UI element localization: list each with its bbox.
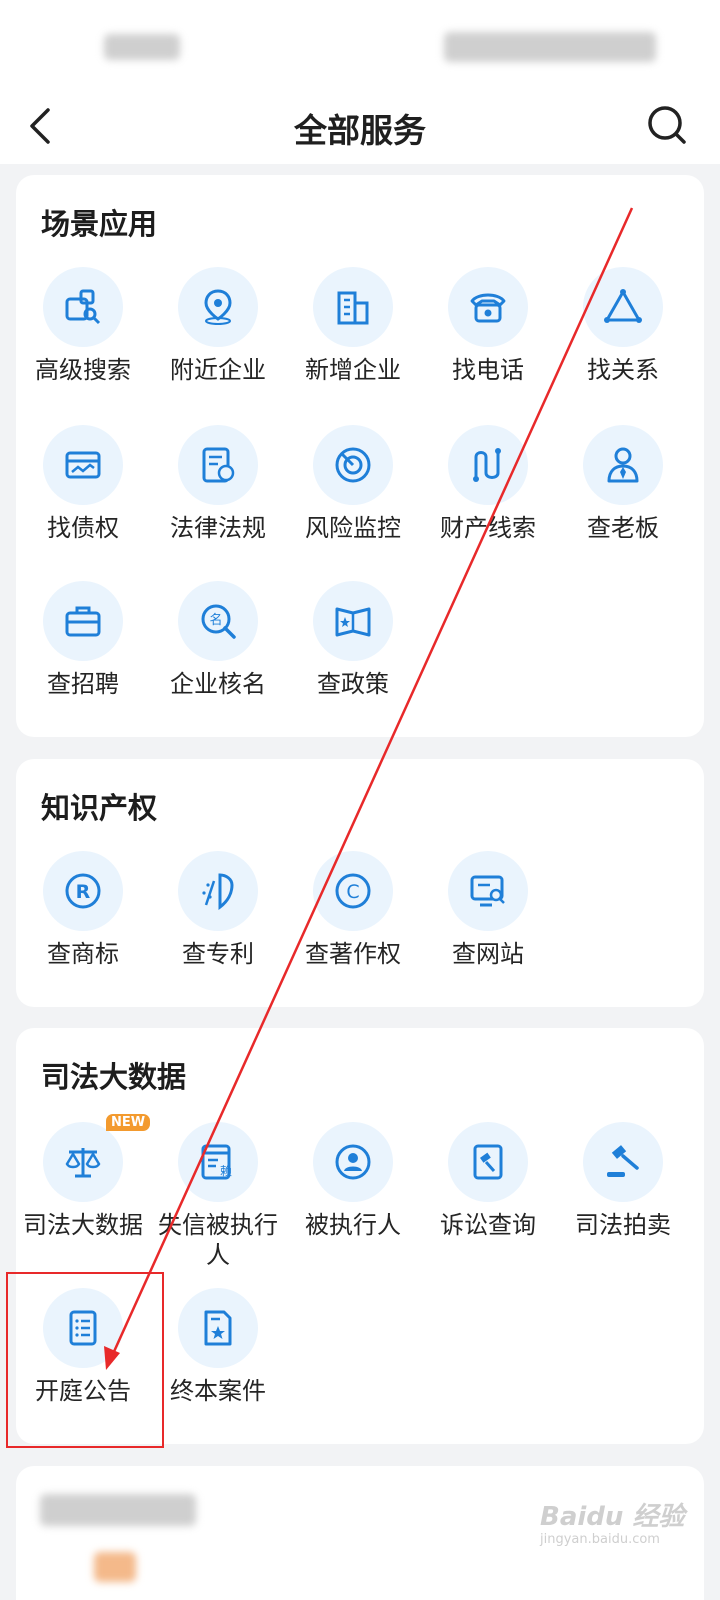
highlight-box: [6, 1272, 164, 1448]
service-label: 失信被执行人: [158, 1211, 278, 1269]
telephone-icon: [470, 293, 506, 323]
section-title: 知识产权: [41, 791, 158, 825]
item-icon-blurred: [94, 1552, 136, 1582]
name-check-icon: 名: [201, 604, 236, 639]
service-find-debt[interactable]: 找债权: [14, 425, 152, 555]
copyright-icon: C: [335, 873, 371, 909]
page-title: 全部服务: [294, 111, 426, 150]
law-document-icon: [202, 447, 235, 483]
status-icons-blurred: [444, 32, 656, 62]
advanced-search-icon: [65, 289, 101, 325]
scales-icon: [65, 1148, 101, 1178]
status-bar: [0, 0, 720, 90]
svg-text:C: C: [346, 881, 359, 903]
service-nearby-companies[interactable]: 附近企业: [149, 267, 287, 397]
lawsuit-doc-icon: [473, 1144, 503, 1180]
nav-bar: 全部服务: [0, 90, 720, 164]
service-find-relations[interactable]: 找关系: [554, 267, 692, 397]
status-time-blurred: [104, 34, 180, 60]
section-title: 司法大数据: [41, 1060, 187, 1094]
service-judicial-auction[interactable]: 司法拍卖: [554, 1122, 692, 1252]
service-dishonest-debtor[interactable]: 赖 失信被执行人: [149, 1122, 287, 1269]
case-file-icon: [204, 1310, 232, 1346]
service-find-phone[interactable]: 找电话: [419, 267, 557, 397]
patent-icon: [202, 873, 234, 911]
service-label: 找关系: [587, 356, 659, 384]
section-title-blurred: [40, 1494, 196, 1526]
service-label: 查老板: [587, 514, 659, 542]
trademark-icon: R: [65, 873, 101, 909]
svg-text:R: R: [76, 881, 91, 903]
policy-book-icon: [335, 607, 371, 637]
service-label: 查网站: [452, 940, 524, 968]
svg-text:名: 名: [209, 612, 222, 628]
section-scene-apps: 场景应用 高级搜索 附近企业 新增企业 找电话 找关系 找债权 法律法规 风险监…: [16, 175, 704, 737]
service-judicial-big-data[interactable]: NEW 司法大数据: [14, 1114, 152, 1252]
dishonest-doc-icon: 赖: [201, 1144, 232, 1180]
new-badge: NEW: [106, 1114, 151, 1131]
auction-gavel-icon: [607, 1145, 639, 1177]
service-person-subject[interactable]: 被执行人: [284, 1122, 422, 1252]
service-new-companies[interactable]: 新增企业: [284, 267, 422, 397]
service-laws[interactable]: 法律法规: [149, 425, 287, 555]
watermark-url: jingyan.baidu.com: [540, 1532, 660, 1547]
section-intellectual-property: 知识产权 R 查商标 查专利 C 查著作权 查网站: [16, 759, 704, 1007]
service-name-check[interactable]: 名 企业核名: [149, 581, 287, 711]
person-circle-icon: [335, 1144, 371, 1180]
service-copyright[interactable]: C 查著作权: [284, 851, 422, 981]
service-patent[interactable]: 查专利: [149, 851, 287, 981]
building-icon: [337, 291, 369, 325]
location-pin-icon: [204, 289, 232, 325]
service-risk-monitor[interactable]: 风险监控: [284, 425, 422, 555]
service-recruitment[interactable]: 查招聘: [14, 581, 152, 711]
search-icon[interactable]: [646, 104, 688, 146]
website-search-icon: [470, 875, 505, 907]
service-label: 司法大数据: [23, 1211, 143, 1239]
service-policy[interactable]: 查政策: [284, 581, 422, 711]
service-trademark[interactable]: R 查商标: [14, 851, 152, 981]
relation-triangle-icon: [604, 289, 642, 323]
service-final-cases[interactable]: 终本案件: [149, 1288, 287, 1418]
service-asset-clues[interactable]: 财产线索: [419, 425, 557, 555]
radar-icon: [335, 447, 371, 483]
service-advanced-search[interactable]: 高级搜索: [14, 267, 152, 397]
clue-path-icon: [473, 448, 501, 482]
service-label: 查政策: [317, 670, 389, 698]
credit-card-icon: [65, 451, 101, 479]
section-title: 场景应用: [41, 207, 158, 241]
service-find-boss[interactable]: 查老板: [554, 425, 692, 555]
briefcase-icon: [65, 606, 101, 637]
service-label: 司法拍卖: [575, 1211, 671, 1239]
service-website[interactable]: 查网站: [419, 851, 557, 981]
watermark-logo: Baidu 经验: [540, 1502, 685, 1532]
svg-text:赖: 赖: [220, 1164, 232, 1178]
boss-icon: [607, 447, 639, 483]
service-lawsuit-query[interactable]: 诉讼查询: [419, 1122, 557, 1252]
